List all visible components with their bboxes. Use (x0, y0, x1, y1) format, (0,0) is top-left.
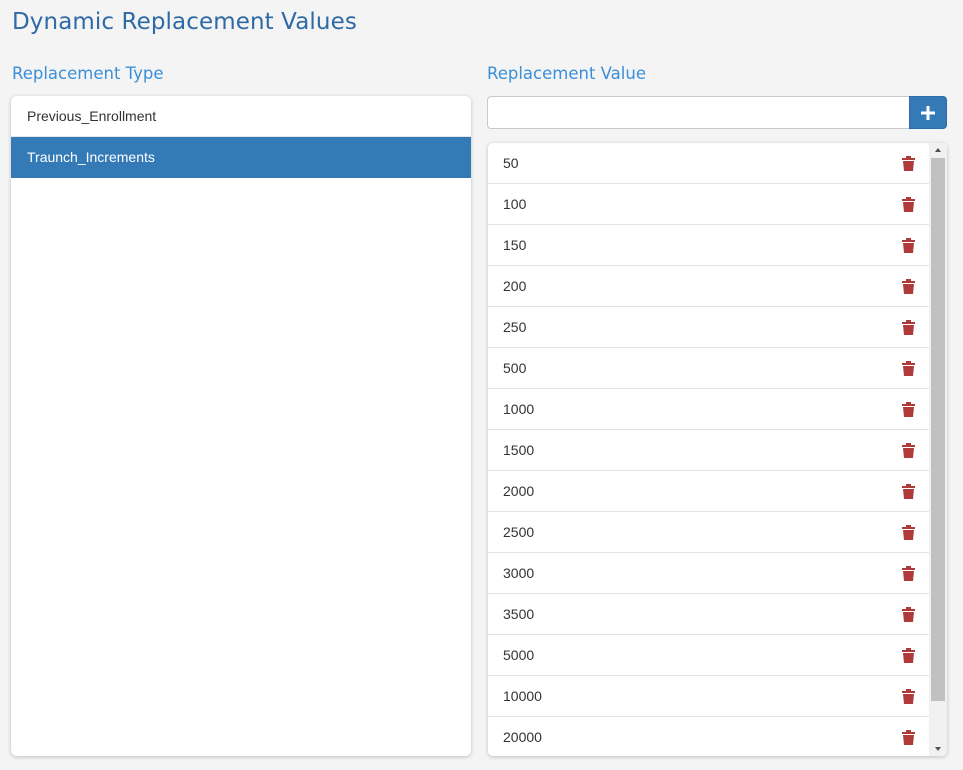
delete-value-trash-icon[interactable] (902, 443, 915, 458)
delete-value-trash-icon[interactable] (902, 361, 915, 376)
value-text: 2000 (503, 483, 535, 499)
value-row: 150 (488, 225, 929, 266)
value-text: 1500 (503, 442, 535, 458)
delete-value-trash-icon[interactable] (902, 279, 915, 294)
type-item-previous-enrollment[interactable]: Previous_Enrollment (11, 96, 471, 137)
value-text: 20000 (503, 729, 542, 745)
value-row: 1000 (488, 389, 929, 430)
value-text: 5000 (503, 647, 535, 663)
value-row: 2000 (488, 471, 929, 512)
value-list: 50 100 150 200 250 500 1000 1500 2000 2500 3000 350… (488, 143, 929, 756)
value-text: 2500 (503, 524, 535, 540)
plus-icon (921, 105, 935, 120)
delete-value-trash-icon[interactable] (902, 238, 915, 253)
value-row: 100 (488, 184, 929, 225)
value-row: 250 (488, 307, 929, 348)
value-text: 150 (503, 237, 527, 253)
delete-value-trash-icon[interactable] (902, 402, 915, 417)
delete-value-trash-icon[interactable] (902, 607, 915, 622)
value-row: 50 (488, 143, 929, 184)
scrollbar[interactable] (929, 143, 947, 756)
value-row: 2500 (488, 512, 929, 553)
scroll-up-arrow-icon[interactable] (929, 143, 947, 157)
add-value-button[interactable] (909, 96, 947, 129)
value-text: 3500 (503, 606, 535, 622)
scrollbar-thumb[interactable] (931, 158, 945, 701)
value-row: 200 (488, 266, 929, 307)
replacement-value-input[interactable] (487, 96, 909, 129)
value-text: 1000 (503, 401, 535, 417)
value-row: 5000 (488, 635, 929, 676)
value-row: 3500 (488, 594, 929, 635)
page-title: Dynamic Replacement Values (12, 9, 357, 35)
delete-value-trash-icon[interactable] (902, 320, 915, 335)
delete-value-trash-icon[interactable] (902, 197, 915, 212)
type-item-traunch-increments[interactable]: Traunch_Increments (11, 137, 471, 178)
delete-value-trash-icon[interactable] (902, 156, 915, 171)
value-row: 500 (488, 348, 929, 389)
value-text: 200 (503, 278, 527, 294)
delete-value-trash-icon[interactable] (902, 525, 915, 540)
replacement-value-label: Replacement Value (487, 64, 646, 83)
value-row: 10000 (488, 676, 929, 717)
delete-value-trash-icon[interactable] (902, 484, 915, 499)
value-text: 250 (503, 319, 527, 335)
delete-value-trash-icon[interactable] (902, 566, 915, 581)
scroll-down-arrow-icon[interactable] (929, 742, 947, 756)
value-text: 100 (503, 196, 527, 212)
replacement-type-label: Replacement Type (12, 64, 164, 83)
replacement-type-list: Previous_Enrollment Traunch_Increments (11, 96, 471, 756)
value-text: 3000 (503, 565, 535, 581)
value-row: 20000 (488, 717, 929, 756)
delete-value-trash-icon[interactable] (902, 648, 915, 663)
value-row: 1500 (488, 430, 929, 471)
value-row: 3000 (488, 553, 929, 594)
delete-value-trash-icon[interactable] (902, 730, 915, 745)
replacement-value-list: 50 100 150 200 250 500 1000 1500 2000 2500 3000 350… (488, 143, 947, 756)
value-text: 10000 (503, 688, 542, 704)
value-text: 500 (503, 360, 527, 376)
delete-value-trash-icon[interactable] (902, 689, 915, 704)
value-text: 50 (503, 155, 519, 171)
